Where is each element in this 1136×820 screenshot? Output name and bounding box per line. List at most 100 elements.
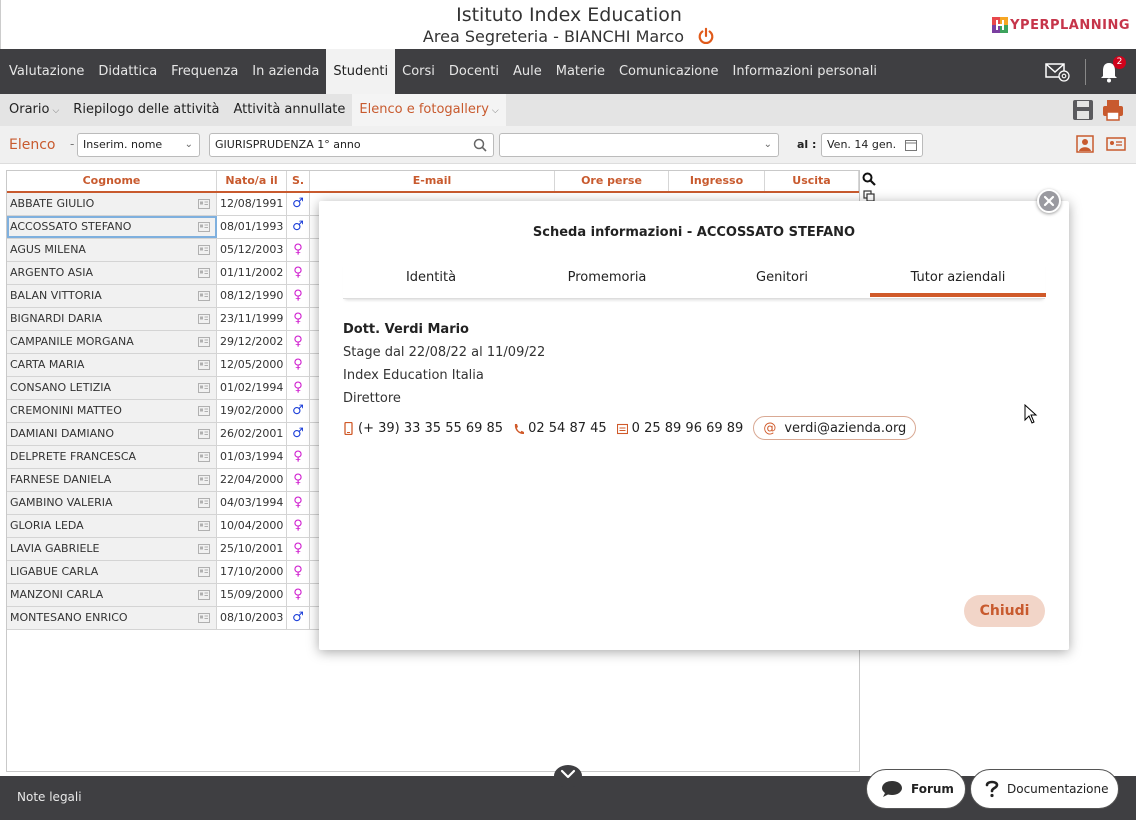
tab-promemoria[interactable]: Promemoria — [519, 263, 695, 297]
id-card-icon[interactable] — [198, 475, 210, 485]
id-card-icon[interactable] — [198, 590, 210, 600]
student-name-cell[interactable]: LIGABUE CARLA — [7, 561, 217, 583]
student-name-cell[interactable]: CONSANO LETIZIA — [7, 377, 217, 399]
subnav-orario[interactable]: Orario ⌵ — [2, 94, 66, 126]
tab-tutor-aziendali[interactable]: Tutor aziendali — [870, 263, 1046, 297]
student-name-cell[interactable]: CREMONINI MATTEO — [7, 400, 217, 422]
print-icon[interactable] — [1102, 99, 1124, 121]
nav-in-azienda[interactable]: In azienda — [245, 49, 326, 94]
id-card-icon[interactable] — [198, 613, 210, 623]
id-card-icon[interactable] — [198, 360, 210, 370]
id-card-icon[interactable] — [198, 314, 210, 324]
main-nav: Valutazione Didattica Frequenza In azien… — [0, 49, 1136, 94]
student-name-cell[interactable]: ACCOSSATO STEFANO — [7, 216, 217, 238]
id-card-icon[interactable] — [198, 199, 210, 209]
tab-genitori[interactable]: Genitori — [694, 263, 870, 297]
course-filter-input[interactable]: GIURISPRUDENZA 1° anno — [209, 133, 494, 157]
forum-button[interactable]: Forum — [866, 769, 966, 809]
student-name-cell[interactable]: ARGENTO ASIA — [7, 262, 217, 284]
photo-view-icon[interactable] — [1075, 135, 1095, 153]
id-card-icon[interactable] — [198, 544, 210, 554]
nav-materie[interactable]: Materie — [549, 49, 612, 94]
area-label: Area Segreteria - BIANCHI Marco — [422, 27, 684, 46]
student-name-cell[interactable]: GLORIA LEDA — [7, 515, 217, 537]
id-card-icon[interactable] — [198, 429, 210, 439]
student-name-cell[interactable]: AGUS MILENA — [7, 239, 217, 261]
mouse-cursor-icon — [1024, 404, 1038, 424]
col-nato-il[interactable]: Nato/a il — [217, 171, 287, 191]
id-card-icon[interactable] — [198, 406, 210, 416]
student-name-cell[interactable]: DELPRETE FRANCESCA — [7, 446, 217, 468]
student-name-cell[interactable]: GAMBINO VALERIA — [7, 492, 217, 514]
subnav-riepilogo[interactable]: Riepilogo delle attività — [66, 94, 226, 126]
nav-docenti[interactable]: Docenti — [442, 49, 506, 94]
id-card-icon[interactable] — [198, 291, 210, 301]
col-email[interactable]: E-mail — [310, 171, 555, 191]
nav-studenti[interactable]: Studenti — [326, 49, 396, 94]
student-name-cell[interactable]: MONTESANO ENRICO — [7, 607, 217, 629]
notifications-button[interactable]: 2 — [1098, 55, 1126, 84]
legal-notes-link[interactable]: Note legali — [17, 790, 82, 804]
close-icon[interactable] — [1037, 189, 1061, 213]
nav-valutazione[interactable]: Valutazione — [2, 49, 91, 94]
col-ore-perse[interactable]: Ore perse — [555, 171, 669, 191]
dialog-title: Scheda informazioni - ACCOSSATO STEFANO — [532, 225, 856, 240]
nav-aule[interactable]: Aule — [506, 49, 549, 94]
documentation-button[interactable]: Documentazione — [970, 769, 1119, 809]
sort-select[interactable]: Inserim. nome ⌄ — [77, 133, 200, 157]
col-uscita[interactable]: Uscita — [765, 171, 859, 191]
collapse-footer-button[interactable] — [554, 765, 582, 787]
subnav-attivita-annullate[interactable]: Attività annullate — [226, 94, 352, 126]
student-name-cell[interactable]: BALAN VITTORIA — [7, 285, 217, 307]
subnav-orario-label: Orario — [9, 102, 50, 117]
toolbar-dash: - — [70, 137, 75, 151]
card-view-icon[interactable] — [1106, 135, 1126, 153]
search-icon[interactable] — [473, 138, 487, 152]
nav-comunicazione[interactable]: Comunicazione — [612, 49, 726, 94]
sort-select-value: Inserim. nome — [83, 138, 163, 151]
id-card-icon[interactable] — [198, 222, 210, 232]
nav-frequenza[interactable]: Frequenza — [164, 49, 245, 94]
nav-corsi[interactable]: Corsi — [395, 49, 442, 94]
student-name-cell[interactable]: MANZONI CARLA — [7, 584, 217, 606]
search-icon[interactable] — [862, 172, 876, 186]
student-name: LAVIA GABRIELE — [10, 542, 100, 555]
mail-icon[interactable] — [1045, 61, 1071, 83]
secondary-select[interactable]: ⌄ — [499, 133, 779, 157]
student-name: BIGNARDI DARIA — [10, 312, 103, 325]
student-name-cell[interactable]: BIGNARDI DARIA — [7, 308, 217, 330]
student-name-cell[interactable]: CAMPANILE MORGANA — [7, 331, 217, 353]
student-name-cell[interactable]: CARTA MARIA — [7, 354, 217, 376]
close-button[interactable]: Chiudi — [964, 595, 1045, 627]
chevron-down-icon — [560, 769, 576, 779]
hyperplanning-logo-icon — [992, 17, 1009, 33]
student-name-cell[interactable]: LAVIA GABRIELE — [7, 538, 217, 560]
birth-date-cell: 26/02/2001 — [217, 423, 287, 445]
student-name-cell[interactable]: DAMIANI DAMIANO — [7, 423, 217, 445]
col-cognome[interactable]: Cognome — [7, 171, 217, 191]
birth-date-cell: 12/05/2000 — [217, 354, 287, 376]
id-card-icon[interactable] — [198, 245, 210, 255]
id-card-icon[interactable] — [198, 383, 210, 393]
save-icon[interactable] — [1072, 99, 1094, 121]
id-card-icon[interactable] — [198, 268, 210, 278]
nav-didattica[interactable]: Didattica — [91, 49, 164, 94]
footer: Note legali — [0, 765, 1136, 820]
nav-informazioni-personali[interactable]: Informazioni personali — [726, 49, 884, 94]
subnav-elenco-fotogallery[interactable]: Elenco e fotogallery ⌵ — [352, 94, 506, 126]
col-ingresso[interactable]: Ingresso — [669, 171, 765, 191]
student-name-cell[interactable]: FARNESE DANIELA — [7, 469, 217, 491]
id-card-icon[interactable] — [198, 521, 210, 531]
date-picker[interactable]: Ven. 14 gen. — [821, 133, 923, 157]
power-icon[interactable] — [697, 27, 715, 45]
student-name-cell[interactable]: ABBATE GIULIO — [7, 193, 217, 215]
id-card-icon[interactable] — [198, 337, 210, 347]
id-card-icon[interactable] — [198, 567, 210, 577]
tab-identita[interactable]: Identità — [343, 263, 519, 297]
id-card-icon[interactable] — [198, 452, 210, 462]
student-name: ACCOSSATO STEFANO — [10, 220, 132, 233]
id-card-icon[interactable] — [198, 498, 210, 508]
tutor-email-link[interactable]: @ verdi@azienda.org — [753, 416, 917, 440]
female-symbol-icon: ♀ — [287, 239, 310, 261]
col-sesso[interactable]: S. — [287, 171, 310, 191]
